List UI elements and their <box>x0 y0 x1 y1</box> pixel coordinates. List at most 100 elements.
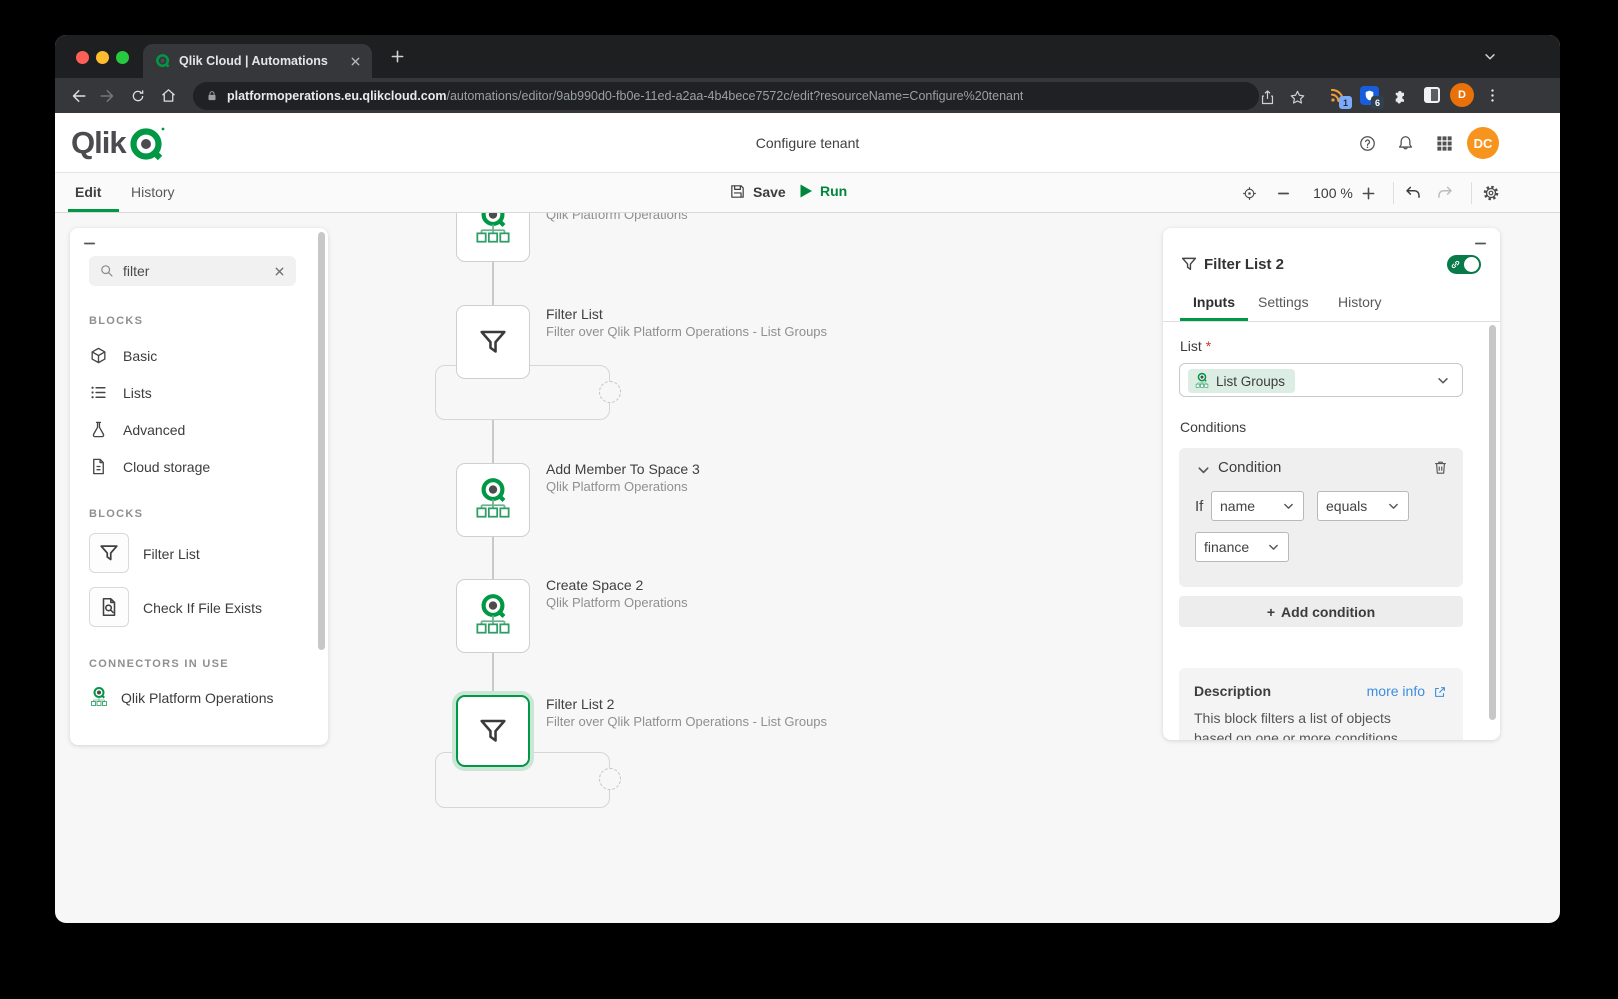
side-panel-icon[interactable] <box>1424 87 1440 103</box>
funnel-icon <box>477 715 509 747</box>
condition-operator-value: equals <box>1326 498 1368 514</box>
node-filter-list-2-selected[interactable] <box>456 695 530 767</box>
center-canvas-target-icon[interactable] <box>1241 185 1258 202</box>
toolbar-divider <box>1471 182 1472 204</box>
reload-button[interactable] <box>123 82 153 110</box>
inspector-scrollbar[interactable] <box>1489 325 1496 720</box>
run-play-icon <box>800 184 812 198</box>
collapse-sidebar-icon[interactable] <box>82 236 97 251</box>
tab-settings[interactable]: Settings <box>1258 294 1309 310</box>
tab-title: Qlik Cloud | Automations <box>179 54 328 68</box>
back-button[interactable] <box>63 82 93 110</box>
add-condition-button[interactable]: + Add condition <box>1179 596 1463 627</box>
check-if-file-exists-block-label[interactable]: Check If File Exists <box>143 600 262 616</box>
sidebar-item-advanced[interactable]: Advanced <box>89 420 185 439</box>
tab-inputs[interactable]: Inputs <box>1193 294 1235 310</box>
new-tab-button[interactable] <box>390 49 405 64</box>
description-title: Description <box>1194 683 1272 699</box>
user-avatar[interactable]: DC <box>1467 127 1499 159</box>
window-minimize-button[interactable] <box>96 51 109 64</box>
collapse-condition-chevron-icon[interactable] <box>1196 463 1211 478</box>
node-subtitle: Qlik Platform Operations <box>546 595 688 610</box>
inputs-tab-underline <box>1180 318 1248 321</box>
undo-icon[interactable] <box>1404 184 1422 202</box>
list-icon <box>89 383 108 402</box>
chevron-down-icon <box>1282 500 1295 513</box>
zoom-level[interactable]: 100 % <box>1305 185 1361 201</box>
home-button[interactable] <box>153 82 183 110</box>
node-add-member-to-space-3[interactable] <box>456 463 530 537</box>
browser-profile-avatar[interactable]: D <box>1450 83 1474 107</box>
if-label: If <box>1195 498 1204 515</box>
edge-connector <box>492 649 494 695</box>
node-title: Create Space 2 <box>546 577 644 593</box>
forward-button[interactable] <box>93 82 123 110</box>
sidebar-item-cloud-storage[interactable]: Cloud storage <box>89 457 210 476</box>
tab-edit[interactable]: Edit <box>75 184 101 200</box>
url-text: platformoperations.eu.qlikcloud.com/auto… <box>227 89 1023 103</box>
loop-output-handle[interactable] <box>599 381 621 403</box>
connector-qlik-platform-operations[interactable]: Qlik Platform Operations <box>89 686 274 709</box>
filter-list-block[interactable] <box>89 533 129 573</box>
tab-history[interactable]: History <box>131 184 175 200</box>
filter-list-block-label[interactable]: Filter List <box>143 546 200 562</box>
editor-toolbar: Edit History Save Run 100 % <box>55 173 1560 213</box>
qlik-platform-operations-icon <box>472 213 514 249</box>
share-icon[interactable] <box>1259 89 1276 106</box>
condition-operator-select[interactable]: equals <box>1317 491 1409 521</box>
url-path: /automations/editor/9ab990d0-fb0e-11ed-a… <box>446 89 1024 103</box>
app-launcher-grid-icon[interactable] <box>1435 134 1454 153</box>
window-zoom-button[interactable] <box>116 51 129 64</box>
qlik-logo-text: Qlik <box>71 125 127 160</box>
edge-connector <box>492 533 494 579</box>
clear-search-icon[interactable] <box>273 265 286 278</box>
node-start-qlik-platform-operations[interactable] <box>456 213 530 262</box>
condition-field-select[interactable]: name <box>1211 491 1304 521</box>
sidebar-item-lists[interactable]: Lists <box>89 383 152 402</box>
qlik-logo[interactable]: Qlik <box>71 124 166 162</box>
zoom-in-icon[interactable] <box>1361 186 1376 201</box>
list-dropdown[interactable]: List Groups <box>1179 363 1463 397</box>
blocks-results-header: BLOCKS <box>89 508 144 520</box>
check-if-file-exists-block[interactable] <box>89 587 129 627</box>
funnel-icon <box>477 326 509 358</box>
tab-history[interactable]: History <box>1338 294 1382 310</box>
sidebar-item-basic[interactable]: Basic <box>89 346 157 365</box>
collapse-inspector-icon[interactable] <box>1473 236 1488 251</box>
browser-tab[interactable]: Qlik Cloud | Automations <box>143 44 372 78</box>
help-icon[interactable] <box>1358 134 1377 153</box>
condition-value-select[interactable]: finance <box>1195 532 1289 562</box>
linked-toggle[interactable] <box>1447 255 1481 274</box>
bookmark-star-icon[interactable] <box>1289 89 1306 106</box>
node-filter-list[interactable] <box>456 305 530 379</box>
qlik-logo-mark <box>129 127 164 161</box>
settings-gear-icon[interactable] <box>1482 184 1500 202</box>
list-value: List Groups <box>1216 373 1286 389</box>
rss-extension-icon[interactable]: 1 <box>1328 86 1352 109</box>
password-extension-icon[interactable]: 6 <box>1360 86 1384 109</box>
description-body: This block filters a list of objects bas… <box>1194 710 1402 740</box>
automation-canvas[interactable]: Qlik Platform Operations Filter List Fil… <box>55 213 1560 923</box>
sidebar-scrollbar[interactable] <box>318 232 325 650</box>
redo-icon[interactable] <box>1436 184 1454 202</box>
chevron-down-icon <box>1267 541 1280 554</box>
search-input[interactable] <box>123 263 253 279</box>
address-bar[interactable]: platformoperations.eu.qlikcloud.com/auto… <box>193 82 1259 110</box>
delete-condition-trash-icon[interactable] <box>1432 459 1449 476</box>
tab-close-icon[interactable] <box>349 55 362 68</box>
loop-output-handle[interactable] <box>599 768 621 790</box>
node-subtitle: Filter over Qlik Platform Operations - L… <box>546 714 828 729</box>
notifications-bell-icon[interactable] <box>1396 134 1415 153</box>
browser-menu-icon[interactable] <box>1484 87 1501 104</box>
window-close-button[interactable] <box>76 51 89 64</box>
more-info-link[interactable]: more info <box>1367 683 1425 699</box>
save-button[interactable]: Save <box>729 183 786 200</box>
tab-search-chevron-icon[interactable] <box>1483 50 1497 64</box>
toolbar-divider <box>1393 182 1394 204</box>
run-button[interactable]: Run <box>799 183 847 199</box>
blocks-section-header: BLOCKS <box>89 315 144 327</box>
zoom-out-icon[interactable] <box>1276 186 1291 201</box>
block-search[interactable] <box>89 256 296 286</box>
node-create-space-2[interactable] <box>456 579 530 653</box>
extensions-puzzle-icon[interactable] <box>1392 86 1410 104</box>
